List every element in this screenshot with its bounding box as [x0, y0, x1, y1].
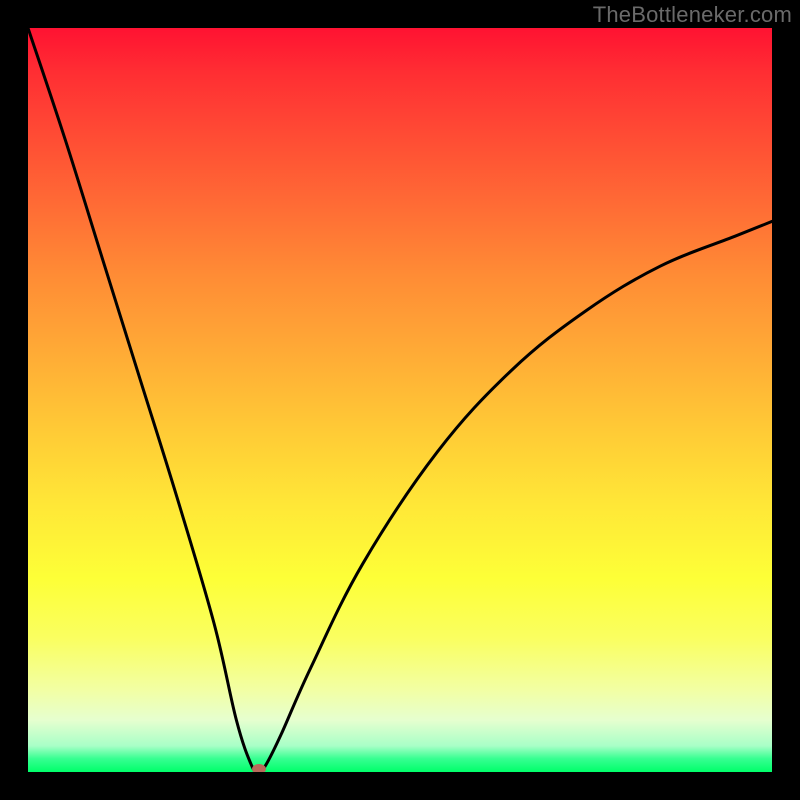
plot-area [28, 28, 772, 772]
curve-path [28, 28, 772, 772]
bottleneck-curve [28, 28, 772, 772]
current-config-dot [252, 764, 266, 772]
watermark-text: TheBottleneker.com [593, 2, 792, 28]
chart-frame: TheBottleneker.com [0, 0, 800, 800]
